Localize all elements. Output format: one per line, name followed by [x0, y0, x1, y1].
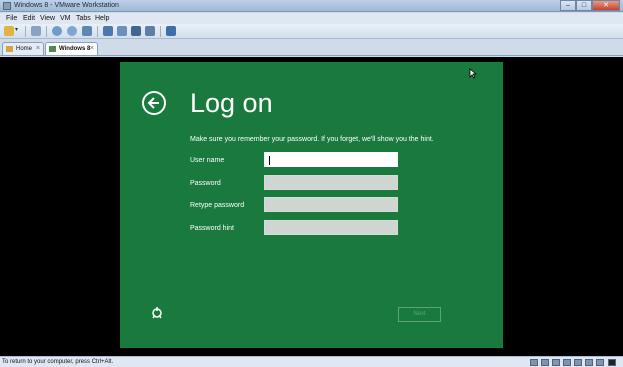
back-arrow-icon — [147, 97, 159, 109]
page-title: Log on — [190, 88, 273, 118]
password-field[interactable] — [264, 175, 398, 190]
status-text: To return to your computer, press Ctrl+A… — [2, 359, 114, 365]
usb-controller-icon[interactable] — [574, 359, 582, 366]
window-title: Windows 8 - VMware Workstation — [14, 2, 119, 9]
instruction-text: Make sure you remember your password. If… — [190, 136, 434, 143]
retype-password-field[interactable] — [264, 197, 398, 212]
password-hint-label: Password hint — [190, 225, 234, 232]
revert-snapshot-icon[interactable] — [67, 26, 77, 36]
text-caret — [269, 156, 270, 165]
snapshot-icon[interactable] — [52, 26, 62, 36]
mouse-cursor-icon — [469, 68, 477, 79]
retype-password-label: Retype password — [190, 202, 245, 209]
toolbar-separator — [97, 26, 98, 37]
close-tab-icon[interactable]: × — [90, 43, 94, 55]
menu-file[interactable]: File — [6, 14, 17, 23]
sound-card-icon[interactable] — [585, 359, 593, 366]
vm-display[interactable]: Log on Make sure you remember your passw… — [0, 57, 623, 356]
next-button[interactable]: Next — [398, 307, 441, 322]
password-label: Password — [190, 180, 221, 187]
floppy-icon[interactable] — [552, 359, 560, 366]
user-name-label: User name — [190, 157, 225, 164]
hard-disk-icon[interactable] — [530, 359, 538, 366]
quick-switch-icon[interactable] — [117, 26, 127, 36]
full-screen-icon[interactable] — [131, 26, 141, 36]
menu-edit[interactable]: Edit — [23, 14, 35, 23]
tab-home[interactable]: Home × — [2, 42, 44, 55]
menu-help[interactable]: Help — [95, 14, 109, 23]
menu-tabs[interactable]: Tabs — [76, 14, 91, 23]
status-bar: To return to your computer, press Ctrl+A… — [0, 356, 623, 367]
menu-view[interactable]: View — [40, 14, 55, 23]
ease-of-access-icon[interactable] — [150, 306, 164, 320]
power-icon[interactable] — [4, 26, 14, 36]
back-button[interactable] — [142, 91, 166, 115]
cd-dvd-icon[interactable] — [541, 359, 549, 366]
show-library-icon[interactable] — [103, 26, 113, 36]
toolbar-separator — [160, 26, 161, 37]
menu-bar: File Edit View VM Tabs Help — [0, 13, 623, 24]
unity-icon[interactable] — [145, 26, 155, 36]
tab-label: Windows 8 — [59, 46, 91, 52]
network-adapter-icon[interactable] — [563, 359, 571, 366]
snapshot-manager-icon[interactable] — [82, 26, 92, 36]
user-name-field[interactable] — [264, 152, 398, 167]
toolbar-separator — [25, 26, 26, 37]
tab-windows-8[interactable]: Windows 8 × — [45, 42, 98, 55]
tab-label: Home — [16, 46, 33, 52]
home-icon — [6, 46, 13, 52]
toolbar: ▾ — [0, 24, 623, 39]
maximize-button[interactable]: □ — [576, 0, 592, 11]
toolbar-separator — [46, 26, 47, 37]
message-log-icon[interactable] — [608, 359, 616, 366]
guest-screen[interactable]: Log on Make sure you remember your passw… — [120, 62, 503, 348]
vm-icon — [49, 46, 56, 52]
minimize-button[interactable]: – — [560, 0, 576, 11]
password-hint-field[interactable] — [264, 220, 398, 235]
send-ctrl-alt-del-icon[interactable] — [31, 26, 41, 36]
vmware-window: Windows 8 - VMware Workstation – □ ✕ Fil… — [0, 0, 623, 367]
menu-vm[interactable]: VM — [60, 14, 71, 23]
close-tab-icon[interactable]: × — [36, 43, 40, 55]
close-button[interactable]: ✕ — [592, 0, 620, 11]
window-controls: – □ ✕ — [560, 0, 620, 11]
tab-strip: Home × Windows 8 × — [0, 40, 623, 56]
power-dropdown-icon[interactable]: ▾ — [15, 26, 18, 33]
title-bar: Windows 8 - VMware Workstation – □ ✕ — [0, 0, 623, 12]
display-icon[interactable] — [596, 359, 604, 366]
vmware-app-icon — [3, 2, 11, 10]
console-view-icon[interactable] — [166, 26, 176, 36]
